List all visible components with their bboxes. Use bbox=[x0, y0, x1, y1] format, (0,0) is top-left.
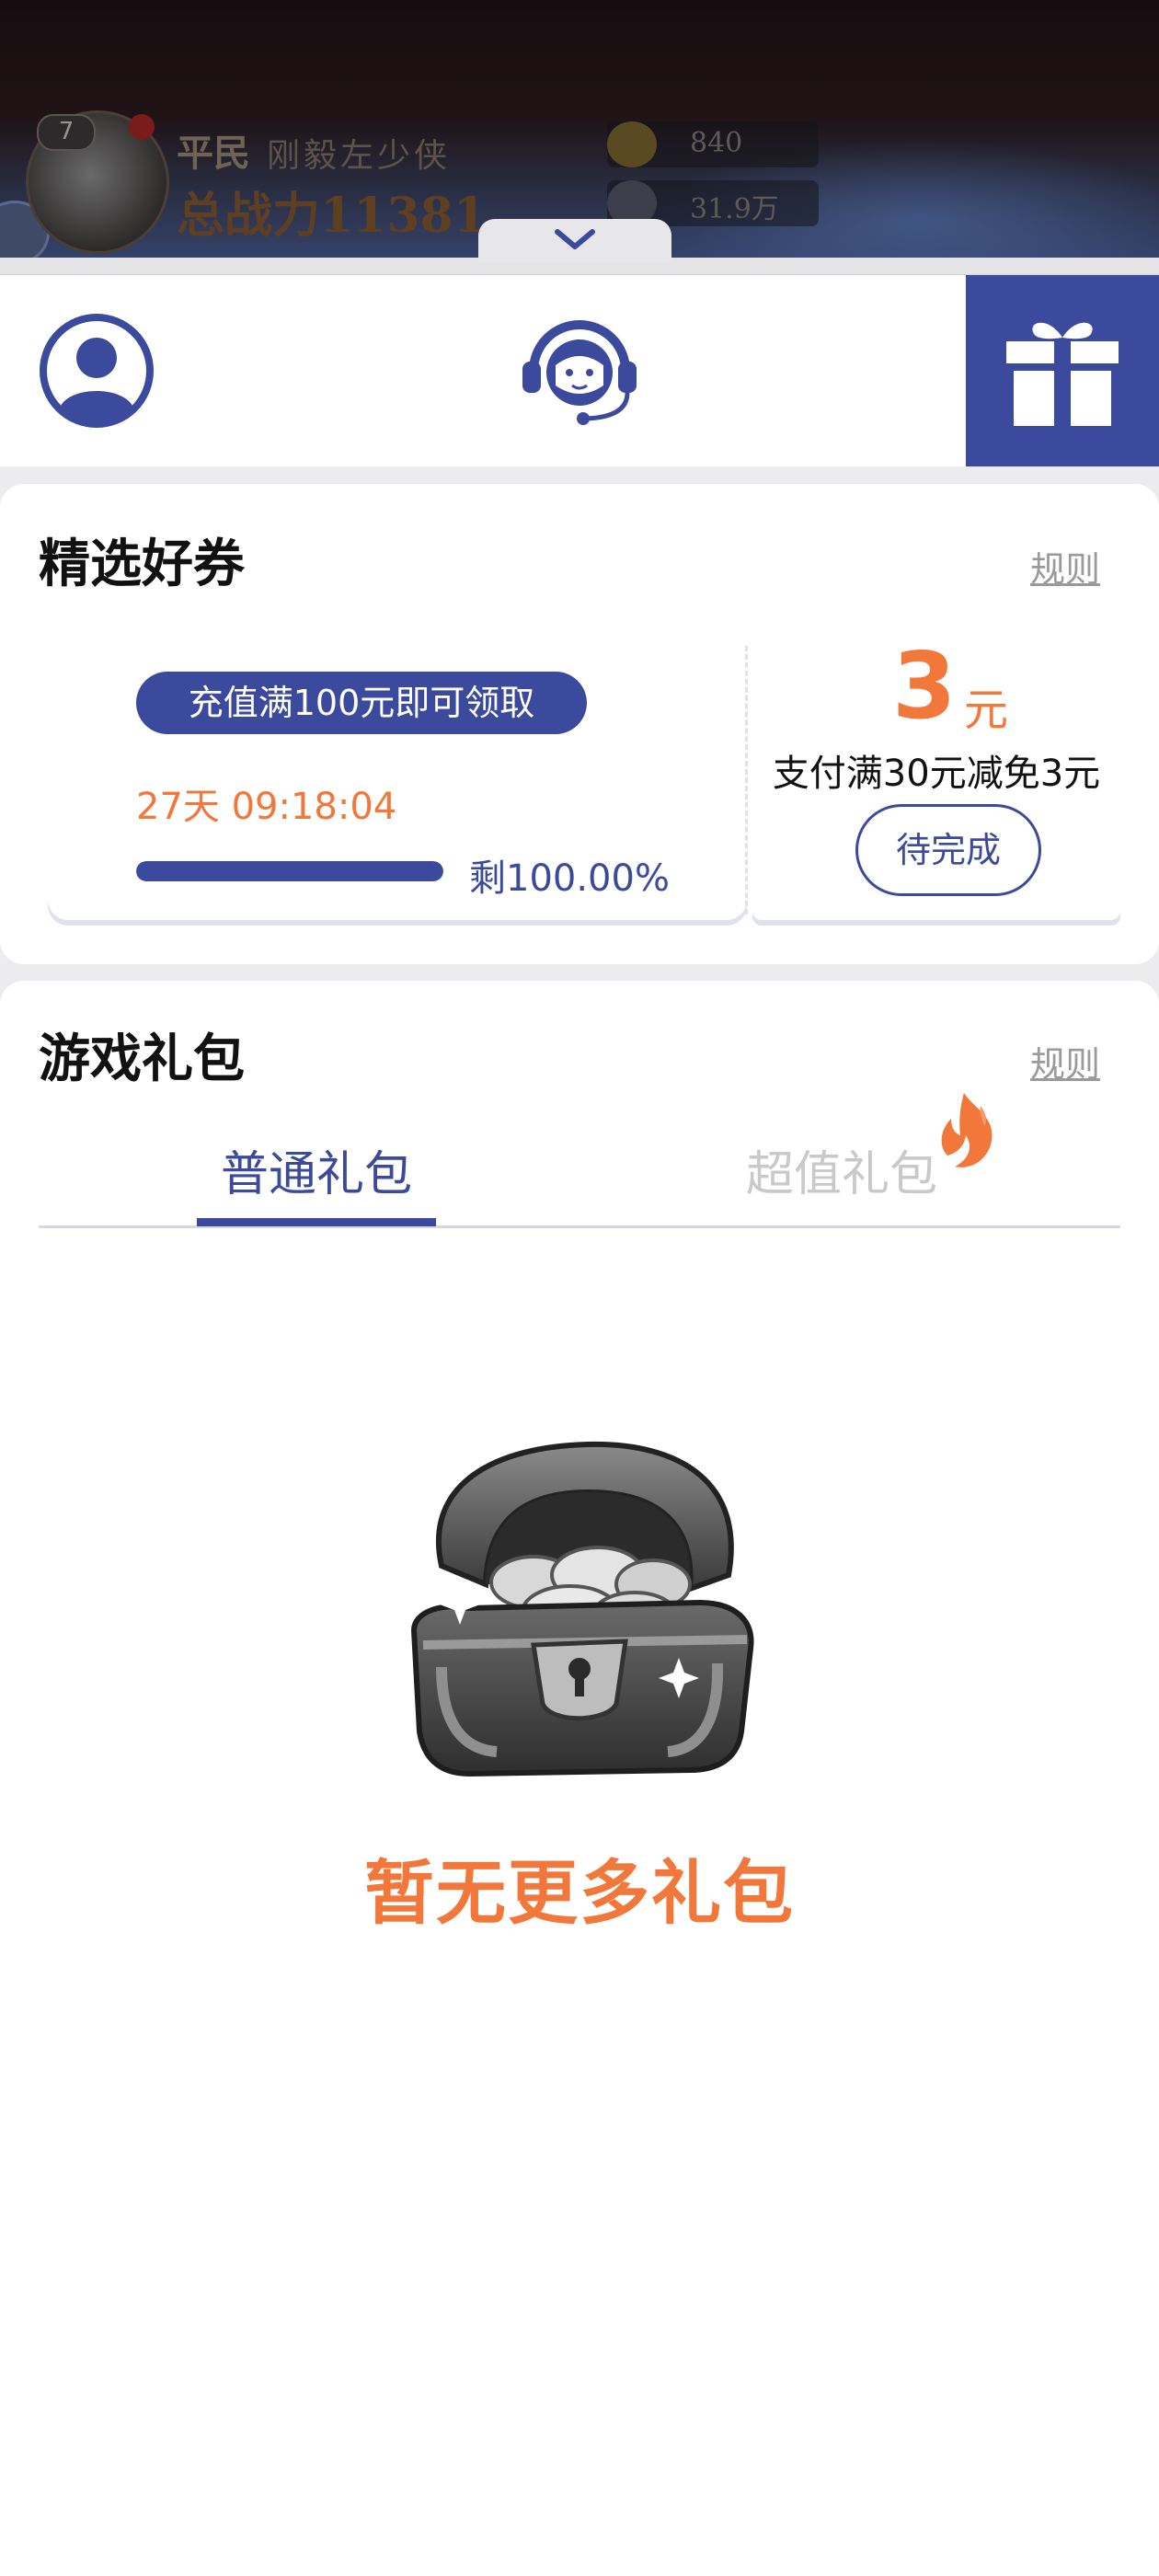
gifts-section: 游戏礼包 规则 普通礼包 超值礼包 暂无更多礼包 bbox=[0, 981, 1159, 2576]
tab-normal-gifts[interactable]: 普通礼包 bbox=[197, 1135, 436, 1204]
gifts-title: 游戏礼包 bbox=[39, 1029, 245, 1089]
fire-icon bbox=[941, 1093, 993, 1167]
coupon-condition-badge: 充值满100元即可领取 bbox=[136, 672, 587, 734]
player-name: 刚毅左少侠 bbox=[267, 137, 452, 175]
coupons-section: 精选好券 规则 充值满100元即可领取 27天 09:18:04 剩100.00… bbox=[0, 484, 1159, 964]
active-tab-indicator bbox=[197, 1218, 436, 1226]
coupon-amount-unit: 元 bbox=[964, 684, 1009, 736]
gift-button[interactable] bbox=[966, 275, 1159, 466]
gift-icon bbox=[1006, 322, 1119, 426]
icon-bar bbox=[0, 274, 1159, 466]
gifts-rule-link[interactable]: 规则 bbox=[1030, 1036, 1100, 1087]
coupon-description: 支付满30元减免3元 bbox=[772, 753, 1101, 795]
coupons-title: 精选好券 bbox=[39, 535, 245, 594]
coupons-rule-link[interactable]: 规则 bbox=[1030, 541, 1100, 592]
customer-service-button[interactable] bbox=[508, 275, 651, 466]
coupon-divider bbox=[745, 646, 748, 914]
player-power: 总战力11381 bbox=[177, 188, 487, 244]
coupon-progress-bar bbox=[136, 861, 443, 881]
collapse-button[interactable] bbox=[478, 219, 671, 263]
chevron-down-icon bbox=[555, 229, 595, 249]
player-rank: 平民 bbox=[177, 132, 250, 175]
gold-ingot-icon bbox=[607, 121, 657, 167]
coupon-progress-fill bbox=[136, 861, 443, 881]
treasure-chest-icon bbox=[410, 1441, 754, 1777]
profile-button[interactable] bbox=[28, 275, 166, 466]
user-icon bbox=[40, 314, 154, 428]
player-level: 7 bbox=[37, 114, 96, 151]
coupon-pending-button[interactable]: 待完成 bbox=[855, 804, 1041, 896]
resource-gem-value: 31.9万 bbox=[690, 193, 779, 225]
resource-gold-value: 840 bbox=[690, 127, 743, 159]
resource-gold: 840 bbox=[607, 121, 819, 167]
empty-state-text: 暂无更多礼包 bbox=[364, 1852, 795, 1934]
headset-icon bbox=[522, 320, 637, 425]
coupon-countdown: 27天 09:18:04 bbox=[136, 786, 397, 828]
coupon-amount: 3 bbox=[892, 632, 957, 740]
notification-dot bbox=[129, 114, 155, 140]
coupon-remaining: 剩100.00% bbox=[469, 857, 670, 900]
